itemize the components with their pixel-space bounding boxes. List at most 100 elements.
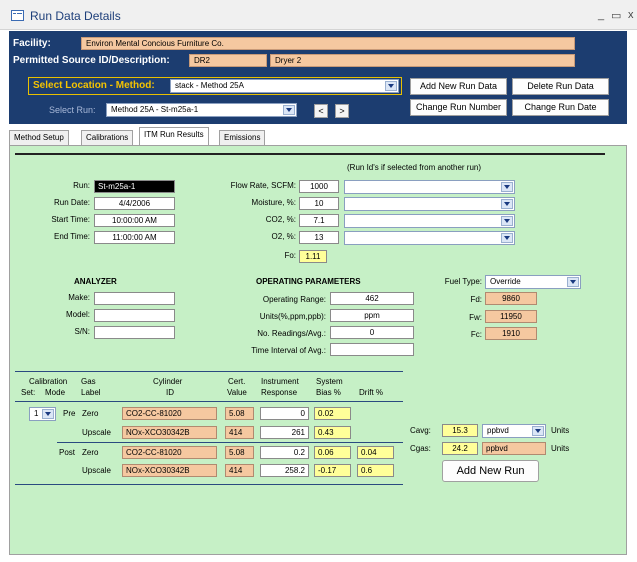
chevron-down-icon[interactable]: [283, 105, 295, 115]
o2-run-select[interactable]: [344, 231, 515, 245]
start-time-field[interactable]: 10:00:00 AM: [94, 214, 175, 227]
run-select-value: Method 25A - St-m25a-1: [111, 105, 199, 114]
cavg-units-select[interactable]: ppbvd: [482, 424, 546, 438]
operating-range-field[interactable]: 462: [330, 292, 414, 305]
delete-run-data-button[interactable]: Delete Run Data: [512, 78, 609, 95]
fd-field: 9860: [485, 292, 537, 305]
o2-field[interactable]: 13: [299, 231, 339, 244]
change-run-date-button[interactable]: Change Run Date: [512, 99, 609, 116]
cgas-label: Cgas:: [410, 444, 431, 453]
cal-bias: 0.06: [314, 446, 351, 459]
source-id-field[interactable]: DR2: [189, 54, 267, 67]
run-select[interactable]: Method 25A - St-m25a-1: [106, 103, 297, 117]
location-label: Select Location - Method:: [33, 80, 155, 91]
cal-gas: Upscale: [82, 466, 111, 475]
maximize-button[interactable]: ▭: [611, 9, 621, 22]
moisture-field[interactable]: 10: [299, 197, 339, 210]
cert-header: Cert.: [228, 377, 246, 386]
cal-gas: Upscale: [82, 428, 111, 437]
chevron-down-icon[interactable]: [42, 409, 54, 419]
cavg-field: 15.3: [442, 424, 478, 437]
gas-header2: Label: [81, 388, 101, 397]
close-button[interactable]: x: [628, 9, 634, 21]
cal-table-bottom-border: [15, 484, 403, 485]
flow-rate-label: Flow Rate, SCFM:: [230, 181, 296, 190]
readings-label: No. Readings/Avg.:: [257, 329, 326, 338]
cgas-units-field: ppbvd: [482, 442, 546, 455]
chevron-down-icon[interactable]: [501, 233, 513, 243]
cal-cylinder: NOx-XCO30342B: [122, 426, 217, 439]
run-date-label: Run Date:: [53, 198, 90, 207]
cal-set-select[interactable]: 1: [29, 407, 56, 421]
cal-table-header-border: [15, 401, 403, 402]
co2-run-select[interactable]: [344, 214, 515, 228]
location-method-value: stack - Method 25A: [175, 81, 244, 90]
cal-response[interactable]: 261: [260, 426, 309, 439]
cal-mode: Post: [59, 448, 76, 457]
tab-itm-run-results[interactable]: ITM Run Results: [139, 127, 209, 146]
model-field[interactable]: [94, 309, 175, 322]
facility-field[interactable]: Environ Mental Concious Furniture Co.: [81, 37, 575, 50]
moisture-run-select[interactable]: [344, 197, 515, 211]
chevron-down-icon[interactable]: [501, 216, 513, 226]
cal-gas: Zero: [82, 409, 99, 418]
units-field[interactable]: ppm: [330, 309, 414, 322]
tab-calibrations[interactable]: Calibrations: [81, 130, 134, 145]
run-date-field[interactable]: 4/4/2006: [94, 197, 175, 210]
cal-response[interactable]: 258.2: [260, 464, 309, 477]
cal-drift: 0.04: [357, 446, 394, 459]
instrument-header: Instrument: [261, 377, 299, 386]
cal-row-divider: [57, 442, 403, 443]
cylinder-header: Cylinder: [153, 377, 183, 386]
source-label: Permitted Source ID/Description:: [13, 55, 170, 66]
readings-field[interactable]: 0: [330, 326, 414, 339]
run-id-field[interactable]: St-m25a-1: [94, 180, 175, 193]
operating-params-title: OPERATING PARAMETERS: [256, 277, 361, 286]
location-method-select[interactable]: stack - Method 25A: [170, 79, 399, 93]
chevron-down-icon[interactable]: [385, 81, 397, 91]
fuel-type-select[interactable]: Override: [485, 275, 581, 289]
cal-bias: -0.17: [314, 464, 351, 477]
change-run-number-button[interactable]: Change Run Number: [410, 99, 507, 116]
tab-emissions[interactable]: Emissions: [219, 130, 266, 145]
end-time-field[interactable]: 11:00:00 AM: [94, 231, 175, 244]
units-label: Units(%,ppm,ppb):: [259, 312, 326, 321]
interval-field[interactable]: [330, 343, 414, 356]
fc-field: 1910: [485, 327, 537, 340]
prev-run-button[interactable]: <: [314, 104, 328, 118]
chevron-down-icon[interactable]: [501, 182, 513, 192]
fw-label: Fw:: [469, 313, 482, 322]
fw-field: 11950: [485, 310, 537, 323]
source-desc-field[interactable]: Dryer 2: [270, 54, 575, 67]
cavg-units-value: ppbvd: [487, 426, 509, 435]
run-ids-note: (Run Id's if selected from another run): [347, 163, 482, 172]
cal-response[interactable]: 0: [260, 407, 309, 420]
add-new-run-button[interactable]: Add New Run: [442, 460, 539, 482]
chevron-down-icon[interactable]: [532, 426, 544, 436]
run-label: Run:: [73, 181, 90, 190]
select-run-label: Select Run:: [49, 105, 96, 115]
make-field[interactable]: [94, 292, 175, 305]
co2-field[interactable]: 7.1: [299, 214, 339, 227]
start-time-label: Start Time:: [51, 215, 90, 224]
flow-rate-field[interactable]: 1000: [299, 180, 339, 193]
cal-set-header: Calibration: [29, 377, 68, 386]
flow-run-select[interactable]: [344, 180, 515, 194]
gas-header: Gas: [81, 377, 96, 386]
cal-drift: 0.6: [357, 464, 394, 477]
fc-label: Fc:: [470, 330, 482, 339]
add-run-data-button[interactable]: Add New Run Data: [410, 78, 507, 95]
fd-label: Fd:: [470, 295, 482, 304]
cal-cert: 414: [225, 426, 254, 439]
panel-divider-top: [15, 153, 605, 155]
next-run-button[interactable]: >: [335, 104, 349, 118]
minimize-button[interactable]: _: [598, 9, 604, 21]
cal-cert: 5.08: [225, 446, 254, 459]
co2-label: CO2, %:: [265, 215, 296, 224]
chevron-down-icon[interactable]: [567, 277, 579, 287]
fuel-type-label: Fuel Type:: [444, 277, 482, 286]
cal-response[interactable]: 0.2: [260, 446, 309, 459]
tab-method-setup[interactable]: Method Setup: [9, 130, 69, 145]
sn-field[interactable]: [94, 326, 175, 339]
chevron-down-icon[interactable]: [501, 199, 513, 209]
